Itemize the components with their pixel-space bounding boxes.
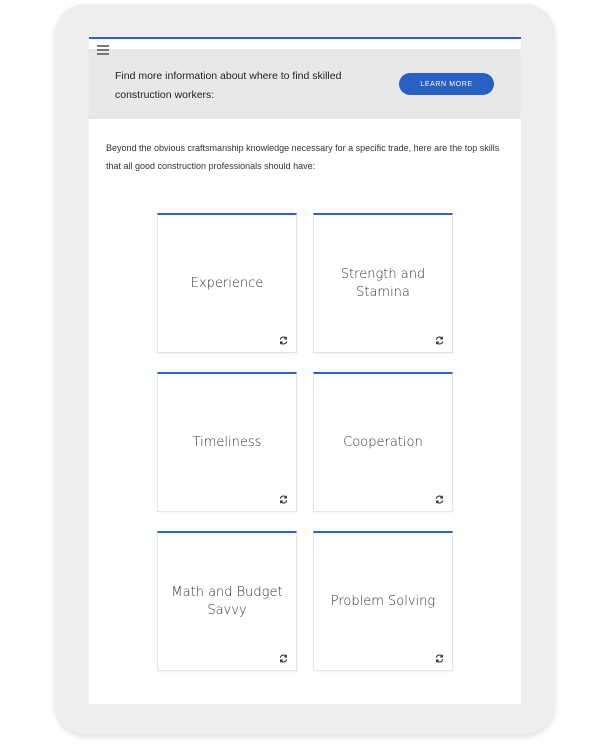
info-banner: Find more information about where to fin… bbox=[89, 49, 521, 119]
card-label: Problem Solving bbox=[330, 593, 436, 609]
flip-card-problem-solving[interactable]: Problem Solving bbox=[313, 531, 453, 671]
card-label: Experience bbox=[190, 275, 264, 291]
tablet-screen: Find more information about where to fin… bbox=[89, 37, 521, 704]
flip-card-cooperation[interactable]: Cooperation bbox=[313, 372, 453, 512]
flip-rotate-icon bbox=[278, 335, 289, 346]
flip-rotate-icon bbox=[434, 494, 445, 505]
card-label: Timeliness bbox=[192, 434, 262, 450]
flip-rotate-icon bbox=[278, 653, 289, 664]
learn-more-button[interactable]: LEARN MORE bbox=[399, 73, 494, 95]
flip-card-strength-and-stamina[interactable]: Strength and Stamina bbox=[313, 213, 453, 353]
card-label: Math and Budget Savvy bbox=[171, 584, 283, 618]
flip-card-math-and-budget-savvy[interactable]: Math and Budget Savvy bbox=[157, 531, 297, 671]
flip-rotate-icon bbox=[434, 653, 445, 664]
card-label: Cooperation bbox=[343, 434, 423, 450]
flip-card-experience[interactable]: Experience bbox=[157, 213, 297, 353]
hamburger-menu-icon[interactable] bbox=[97, 45, 109, 55]
flip-card-timeliness[interactable]: Timeliness bbox=[157, 372, 297, 512]
flip-rotate-icon bbox=[434, 335, 445, 346]
banner-text: Find more information about where to fin… bbox=[115, 70, 342, 101]
card-label: Strength and Stamina bbox=[340, 266, 426, 300]
flip-rotate-icon bbox=[278, 494, 289, 505]
intro-paragraph: Beyond the obvious craftsmanship knowled… bbox=[106, 143, 500, 171]
